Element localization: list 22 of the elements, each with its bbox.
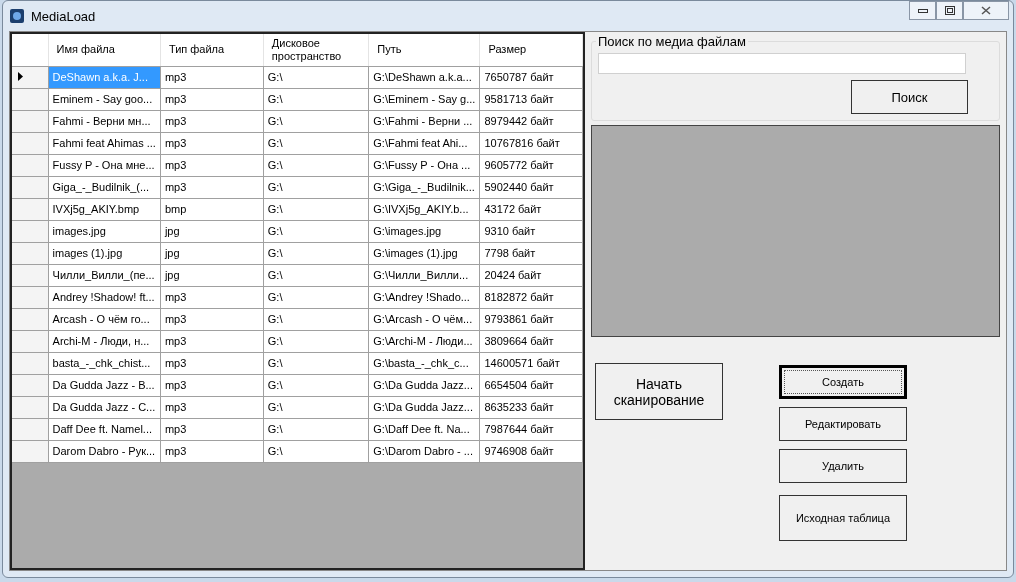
action-button[interactable]: Исходная таблица [779,495,907,541]
action-button[interactable]: Удалить [779,449,907,483]
column-header[interactable]: Дисковое пространство [263,34,369,66]
window-title: MediaLoad [31,8,96,24]
column-header[interactable]: Размер [479,34,583,66]
current-row-icon [18,72,23,81]
close-icon [981,6,991,15]
minimize-button[interactable] [909,1,936,20]
search-button[interactable]: Поиск [851,80,968,114]
restore-icon [944,6,955,15]
search-field[interactable] [598,53,966,74]
column-header[interactable]: Имя файла [48,34,161,66]
start-scan-button[interactable]: Начать сканирование [595,363,723,420]
maximize-button[interactable] [936,1,963,20]
action-button[interactable]: Создать [779,365,907,399]
column-header[interactable]: Тип файла [160,34,264,66]
app-icon [9,8,25,24]
action-button[interactable]: Редактировать [779,407,907,441]
minimize-icon [917,8,928,13]
close-button[interactable] [963,1,1009,20]
column-header[interactable]: Путь [368,34,480,66]
group-title: Поиск по медиа файлам [597,34,748,49]
